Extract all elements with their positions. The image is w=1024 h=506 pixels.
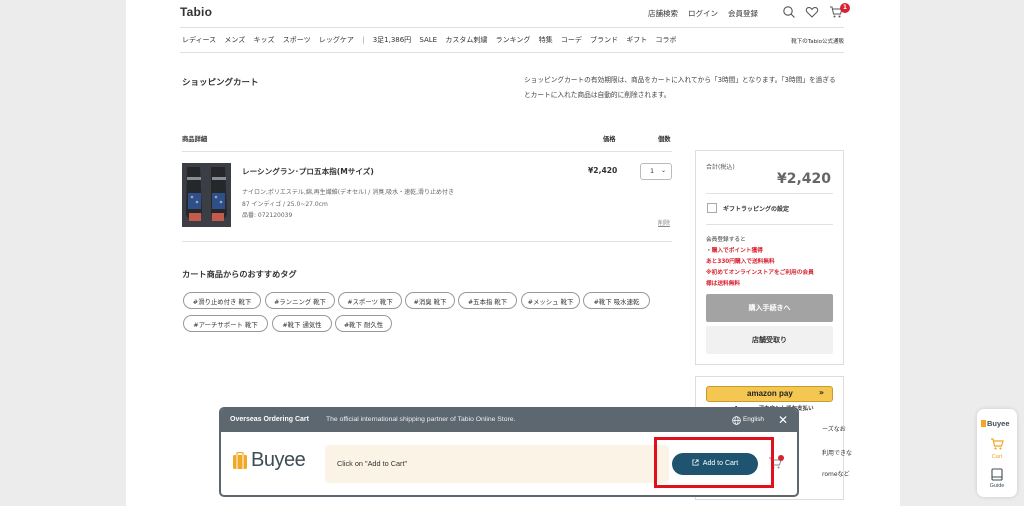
tag-mesh[interactable]: #メッシュ 靴下 xyxy=(521,292,580,309)
highlight-box xyxy=(654,437,774,488)
tag-deodorant[interactable]: #消臭 靴下 xyxy=(405,292,455,309)
item-divider xyxy=(182,241,672,242)
member-line: ※初めてオンラインストアをご利用の会員 xyxy=(706,270,814,276)
nav-collab[interactable]: コラボ xyxy=(656,36,677,44)
login-link[interactable]: ログイン xyxy=(688,8,718,19)
recommend-title: カート商品からのおすすめタグ xyxy=(182,269,297,279)
summary-divider xyxy=(706,193,833,194)
buyee-side-dock: Buyee Cart Guide xyxy=(977,409,1017,497)
buyee-logo-icon xyxy=(233,452,247,469)
nav-3pairs[interactable]: 3足1,386円 xyxy=(373,36,412,44)
nav-feature[interactable]: 特集 xyxy=(539,36,553,44)
header-qty: 個数 xyxy=(658,136,671,143)
tag-breathable[interactable]: #靴下 通気性 xyxy=(272,315,332,332)
double-chevron-icon: » xyxy=(818,388,824,397)
dock-logo-text: Buyee xyxy=(987,419,1010,428)
globe-icon[interactable] xyxy=(732,416,741,425)
member-line: 会員登録すると xyxy=(706,237,746,243)
dock-logo: Buyee xyxy=(981,419,1010,428)
quantity-select[interactable]: 1 ⌄ xyxy=(640,163,672,180)
member-line: あと330円購入で送料無料 xyxy=(706,259,775,265)
sock-image xyxy=(182,163,231,227)
delete-link[interactable]: 削除 xyxy=(658,218,670,227)
gift-wrap-checkbox[interactable] xyxy=(707,203,717,213)
quantity-value: 1 xyxy=(650,167,655,175)
tag-running[interactable]: #ランニング 靴下 xyxy=(265,292,335,309)
nav-divider xyxy=(180,52,844,53)
nav-brand[interactable]: ブランド xyxy=(590,36,618,44)
buyee-instruction-panel: Click on "Add to Cart" xyxy=(325,445,669,483)
buyee-instruction: Click on "Add to Cart" xyxy=(337,459,408,468)
product-price: ¥2,420 xyxy=(588,166,618,175)
guide-book-icon[interactable] xyxy=(991,468,1003,481)
nav-sports[interactable]: スポーツ xyxy=(283,36,311,44)
buyee-logo: Buyee xyxy=(251,449,306,471)
buyee-logo-icon xyxy=(981,420,986,427)
product-name[interactable]: レーシングラン･プロ五本指(Mサイズ) xyxy=(242,166,374,177)
tag-arch-support[interactable]: #アーチサポート 靴下 xyxy=(183,315,268,332)
product-thumbnail[interactable] xyxy=(182,163,231,227)
main-nav: レディース メンズ キッズ スポーツ レッグケア | 3足1,386円 SALE… xyxy=(182,35,844,45)
nav-kids[interactable]: キッズ xyxy=(254,36,275,44)
tabio-logo[interactable]: Tabio xyxy=(180,5,212,19)
nav-sale[interactable]: SALE xyxy=(419,36,437,44)
member-line: ・購入でポイント獲得 xyxy=(706,248,763,254)
checkout-button[interactable]: 購入手続きへ xyxy=(706,294,833,322)
order-summary: 合計(税込) ¥2,420 ギフトラッピングの設定 会員登録すると ・購入でポイ… xyxy=(695,150,844,365)
gift-wrap-label[interactable]: ギフトラッピングの設定 xyxy=(723,204,789,213)
amazon-text-fragment: 利用できな xyxy=(822,450,853,457)
header-divider xyxy=(180,27,844,28)
amazon-pay-button[interactable]: amazon pay » xyxy=(706,386,833,402)
nav-separator: | xyxy=(362,36,365,44)
member-line: 様は送料無料 xyxy=(706,281,741,287)
product-sku: 品番: 072120039 xyxy=(242,212,293,219)
total-price: ¥2,420 xyxy=(776,171,831,187)
heart-icon[interactable] xyxy=(805,5,819,19)
dock-cart-label[interactable]: Cart xyxy=(977,454,1017,460)
close-icon[interactable]: ✕ xyxy=(778,413,788,427)
header-product: 商品詳細 xyxy=(182,136,208,143)
product-variant: 87 インディゴ / 25.0~27.0cm xyxy=(242,201,328,208)
language-selector[interactable]: English xyxy=(743,416,764,423)
dock-cart-icon[interactable] xyxy=(990,437,1004,451)
page-title: ショッピングカート xyxy=(182,78,259,88)
tag-anti-slip[interactable]: #滑り止め付き 靴下 xyxy=(183,292,261,309)
nav-embroidery[interactable]: カスタム刺繍 xyxy=(445,36,487,44)
header-price: 価格 xyxy=(603,136,616,143)
nav-ranking[interactable]: ランキング xyxy=(496,36,531,44)
nav-gift[interactable]: ギフト xyxy=(626,36,647,44)
nav-mens[interactable]: メンズ xyxy=(224,36,245,44)
tag-durable[interactable]: #靴下 耐久性 xyxy=(335,315,392,332)
chevron-down-icon: ⌄ xyxy=(660,167,666,174)
nav-legcare[interactable]: レッグケア xyxy=(319,36,354,44)
cart-count-badge: 1 xyxy=(840,3,850,13)
buyee-cart-dot xyxy=(778,455,784,461)
store-search-link[interactable]: 店舗検索 xyxy=(648,8,678,19)
buyee-header-tagline: The official international shipping part… xyxy=(326,416,516,423)
buyee-header-title: Overseas Ordering Cart xyxy=(230,416,309,423)
nav-ladies[interactable]: レディース xyxy=(182,36,216,44)
tag-quick-dry[interactable]: #靴下 吸水速乾 xyxy=(583,292,650,309)
summary-divider-2 xyxy=(706,224,833,225)
amazon-pay-label: amazon pay xyxy=(747,389,793,398)
nav-coordinate[interactable]: コーデ xyxy=(561,36,582,44)
amazon-text-fragment: ーズなお xyxy=(822,426,846,433)
store-pickup-button[interactable]: 店舗受取り xyxy=(706,326,833,354)
buyee-header: Overseas Ordering Cart The official inte… xyxy=(221,409,797,432)
cart-expiry-note: ショッピングカートの有効期限は、商品をカートに入れてから「3時間」となります。「… xyxy=(524,76,836,99)
product-material: ナイロン,ポリエステル,綿,再生繊維(デオセル) / 消臭,吸水・速乾,滑り止め… xyxy=(242,189,455,196)
register-link[interactable]: 会員登録 xyxy=(728,8,758,19)
tag-five-toe[interactable]: #五本指 靴下 xyxy=(458,292,517,309)
table-header-divider xyxy=(182,151,672,152)
tag-sports[interactable]: #スポーツ 靴下 xyxy=(338,292,402,309)
amazon-text-fragment: romeなど xyxy=(822,471,850,478)
total-label: 合計(税込) xyxy=(706,164,735,171)
dock-guide-label[interactable]: Guide xyxy=(977,483,1017,489)
official-shop-label: 靴下のTabio公式通販 xyxy=(791,39,844,45)
search-icon[interactable] xyxy=(782,5,796,19)
